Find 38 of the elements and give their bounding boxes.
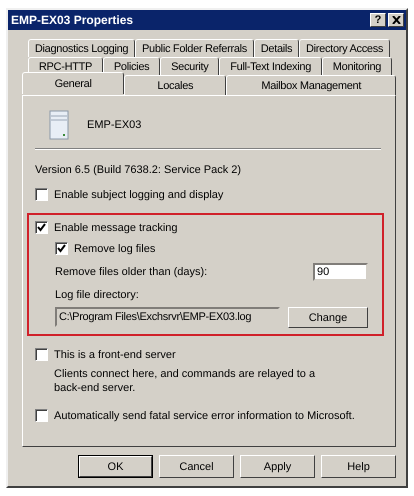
help-button[interactable]: ? bbox=[370, 13, 386, 27]
change-button[interactable]: Change bbox=[288, 307, 368, 328]
checkbox-label: Automatically send fatal service error information to Microsoft. bbox=[54, 410, 355, 422]
checkbox-label: This is a front-end server bbox=[54, 348, 176, 360]
tab[interactable]: Public Folder Referrals bbox=[135, 39, 254, 57]
window-title: EMP-EX03 Properties bbox=[11, 13, 134, 27]
checkbox-label: Enable message tracking bbox=[54, 222, 178, 234]
tab[interactable]: Full-Text Indexing bbox=[219, 57, 322, 75]
tab[interactable]: Monitoring bbox=[322, 57, 392, 75]
tab[interactable]: Policies bbox=[102, 57, 160, 75]
tab[interactable]: Diagnostics Logging bbox=[28, 39, 136, 57]
tab[interactable]: Locales bbox=[124, 75, 226, 95]
checkbox[interactable] bbox=[35, 221, 48, 234]
checkbox[interactable] bbox=[35, 188, 48, 201]
close-icon bbox=[392, 16, 400, 24]
dialog-button[interactable]: OK bbox=[78, 455, 153, 478]
checkbox[interactable] bbox=[55, 242, 68, 255]
checkbox-label: Remove log files bbox=[74, 242, 156, 254]
dialog-button[interactable]: Help bbox=[321, 455, 396, 478]
days-input[interactable]: 90 bbox=[313, 263, 368, 281]
tab[interactable]: Details bbox=[254, 39, 300, 57]
checkbox[interactable] bbox=[35, 409, 48, 422]
directory-field[interactable]: C:\Program Files\Exchsrvr\EMP-EX03.log bbox=[55, 307, 280, 327]
version-text: Version 6.5 (Build 7638.2: Service Pack 2) bbox=[35, 164, 242, 176]
dialog-button[interactable]: Cancel bbox=[159, 455, 234, 478]
field-label: Log file directory: bbox=[55, 289, 140, 301]
tab[interactable]: Directory Access bbox=[299, 39, 390, 57]
server-name: EMP-EX03 bbox=[87, 119, 142, 131]
tab[interactable]: Mailbox Management bbox=[226, 75, 396, 95]
field-label: Remove files older than (days): bbox=[55, 266, 208, 278]
tab[interactable]: Security bbox=[160, 57, 220, 75]
server-icon bbox=[49, 110, 69, 140]
checkbox[interactable] bbox=[35, 348, 48, 361]
close-button[interactable] bbox=[388, 13, 404, 27]
tab[interactable]: General bbox=[22, 72, 124, 94]
dialog-button[interactable]: Apply bbox=[240, 455, 315, 478]
checkbox-label: Enable subject logging and display bbox=[54, 188, 224, 200]
description-text: Clients connect here, and commands are relayed to a back-end server. bbox=[53, 367, 316, 395]
